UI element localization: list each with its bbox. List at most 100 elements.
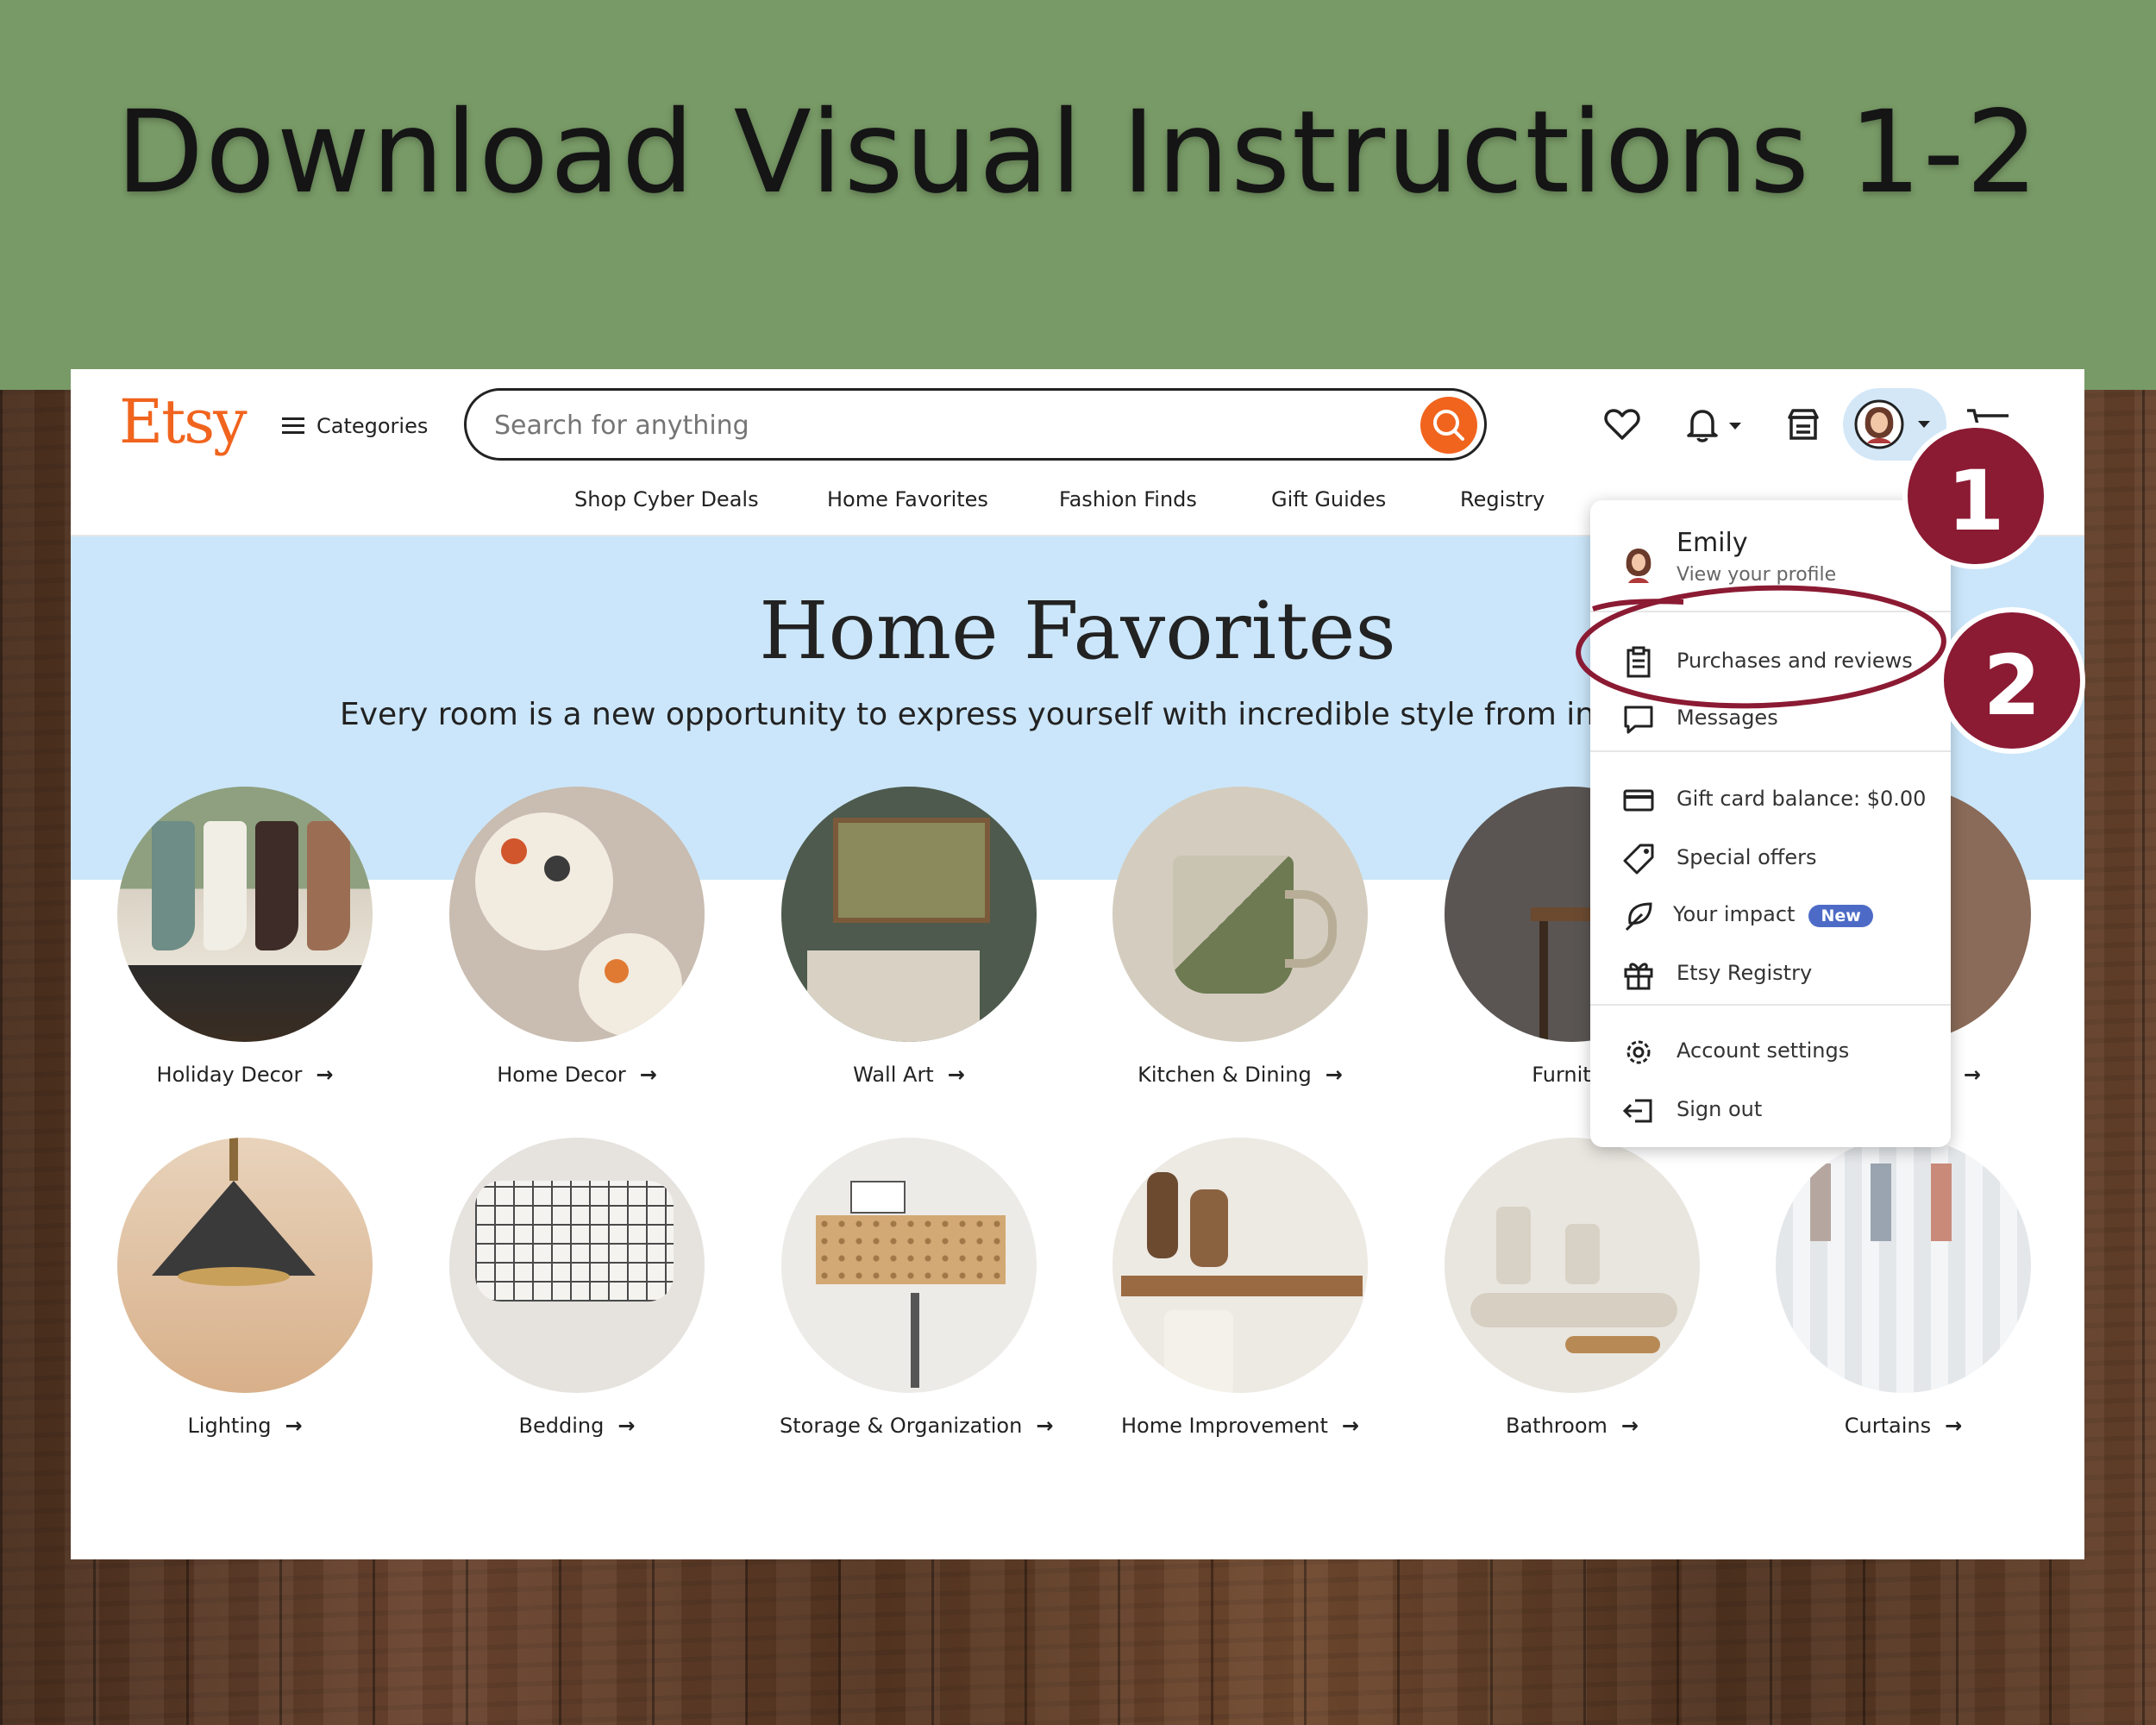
arrow-right-icon: → (316, 1063, 334, 1087)
arrow-right-icon: → (639, 1063, 657, 1087)
arrow-right-icon: → (1620, 1414, 1639, 1438)
sign-out-icon (1622, 1099, 1652, 1123)
category-label: Holiday Decor (156, 1063, 303, 1087)
favorites-button[interactable] (1601, 404, 1643, 445)
gift-icon (1624, 963, 1653, 990)
credit-card-icon (1623, 789, 1654, 812)
account-dropdown: Emily View your profile Purchases and re… (1590, 500, 1951, 1147)
arrow-right-icon: → (1963, 1063, 1981, 1087)
etsy-screenshot: Etsy Categories Search for anything Shop… (71, 369, 2084, 1559)
arrow-right-icon: → (1945, 1414, 1963, 1438)
category-label: Bedding (518, 1414, 605, 1438)
menu-item-special-offers[interactable]: Special offers (1590, 835, 1951, 881)
menu-item-your-impact[interactable]: Your impact New (1590, 892, 1951, 938)
divider (1590, 611, 1951, 612)
category-label: Storage & Organization (780, 1414, 1023, 1438)
category-image (1112, 1138, 1368, 1393)
clipboard-icon (1626, 646, 1651, 678)
divider (1590, 750, 1951, 752)
category-label: Wall Art (853, 1063, 934, 1087)
instruction-banner: Download Visual Instructions 1-2 (0, 0, 2156, 390)
menu-item-purchases[interactable]: Purchases and reviews (1590, 638, 1951, 685)
search-input[interactable] (492, 406, 1358, 444)
new-badge: New (1808, 905, 1873, 927)
category-home-improvement[interactable]: Home Improvement → (1111, 1138, 1369, 1438)
arrow-right-icon: → (617, 1414, 636, 1438)
category-image (117, 787, 373, 1042)
arrow-right-icon: → (1325, 1063, 1343, 1087)
category-label: Bathroom (1506, 1414, 1608, 1438)
leaf-icon (1625, 902, 1652, 932)
search-bar (464, 388, 1487, 461)
category-image (1445, 1138, 1700, 1393)
avatar (1854, 399, 1904, 449)
menu-label: Your impact (1673, 902, 1796, 926)
etsy-logo[interactable]: Etsy (119, 386, 248, 457)
nav-gift-guides[interactable]: Gift Guides (1271, 487, 1386, 511)
category-image (449, 1138, 705, 1393)
nav-home-favorites[interactable]: Home Favorites (827, 487, 988, 511)
category-label: Lighting (187, 1414, 272, 1438)
hero-subtitle: Every room is a new opportunity to expre… (340, 697, 1625, 732)
category-label: Home Improvement (1120, 1414, 1328, 1438)
menu-label: Gift card balance: $0.00 (1677, 787, 1927, 811)
category-label: Home Decor (497, 1063, 626, 1087)
shop-manager-button[interactable] (1783, 404, 1824, 445)
menu-label: Special offers (1677, 845, 1817, 869)
menu-label: Purchases and reviews (1677, 649, 1913, 673)
divider (1590, 1004, 1951, 1006)
menu-label: Account settings (1677, 1038, 1850, 1063)
message-icon (1624, 706, 1653, 734)
categories-label: Categories (317, 414, 429, 438)
user-name: Emily (1677, 528, 1748, 558)
category-curtains[interactable]: Curtains → (1774, 1138, 2033, 1438)
tag-icon (1623, 844, 1654, 875)
category-bathroom[interactable]: Bathroom → (1443, 1138, 1702, 1438)
category-image (1776, 1138, 2031, 1393)
category-wall-art[interactable]: Wall Art → (780, 787, 1038, 1087)
view-profile-link[interactable]: View your profile (1677, 564, 1836, 586)
step-1-marker: 1 (1902, 423, 2049, 569)
category-lighting[interactable]: Lighting → (116, 1138, 374, 1438)
menu-item-etsy-registry[interactable]: Etsy Registry (1590, 950, 1951, 997)
category-label: Curtains (1844, 1414, 1932, 1438)
avatar (1620, 545, 1658, 583)
menu-item-account-settings[interactable]: Account settings (1590, 1028, 1951, 1075)
category-label: Kitchen & Dining (1138, 1063, 1312, 1087)
categories-button[interactable]: Categories (282, 414, 428, 438)
nav-fashion-finds[interactable]: Fashion Finds (1059, 487, 1197, 511)
banner-title: Download Visual Instructions 1-2 (116, 86, 2040, 219)
category-bedding[interactable]: Bedding → (448, 1138, 706, 1438)
menu-label: Sign out (1677, 1097, 1763, 1121)
step-2-marker: 2 (1939, 607, 2085, 754)
menu-icon (282, 417, 304, 435)
notifications-button[interactable] (1682, 404, 1751, 445)
category-storage-organization[interactable]: Storage & Organization → (780, 1138, 1053, 1438)
chevron-down-icon (1729, 423, 1741, 430)
heart-icon (1604, 409, 1640, 440)
category-image (781, 1138, 1037, 1393)
category-image (117, 1138, 373, 1393)
menu-label: Messages (1677, 706, 1778, 730)
shop-icon (1788, 409, 1819, 440)
search-button[interactable] (1420, 397, 1477, 454)
bell-icon (1687, 410, 1718, 442)
gear-icon (1626, 1040, 1651, 1064)
menu-item-messages[interactable]: Messages (1590, 695, 1951, 742)
category-holiday-decor[interactable]: Holiday Decor → (116, 787, 374, 1087)
category-image (1112, 787, 1368, 1042)
arrow-right-icon: → (1036, 1414, 1054, 1438)
category-kitchen-dining[interactable]: Kitchen & Dining → (1111, 787, 1369, 1087)
arrow-right-icon: → (947, 1063, 965, 1087)
menu-item-sign-out[interactable]: Sign out (1590, 1087, 1951, 1133)
profile-header[interactable]: Emily View your profile (1590, 518, 1951, 604)
category-home-decor[interactable]: Home Decor → (448, 787, 706, 1087)
category-image (781, 787, 1037, 1042)
arrow-right-icon: → (285, 1414, 303, 1438)
arrow-right-icon: → (1341, 1414, 1360, 1438)
category-image (449, 787, 705, 1042)
menu-label: Etsy Registry (1677, 961, 1813, 985)
nav-shop-cyber-deals[interactable]: Shop Cyber Deals (574, 487, 759, 511)
nav-registry[interactable]: Registry (1460, 487, 1545, 511)
menu-item-gift-card[interactable]: Gift card balance: $0.00 (1590, 776, 1951, 823)
